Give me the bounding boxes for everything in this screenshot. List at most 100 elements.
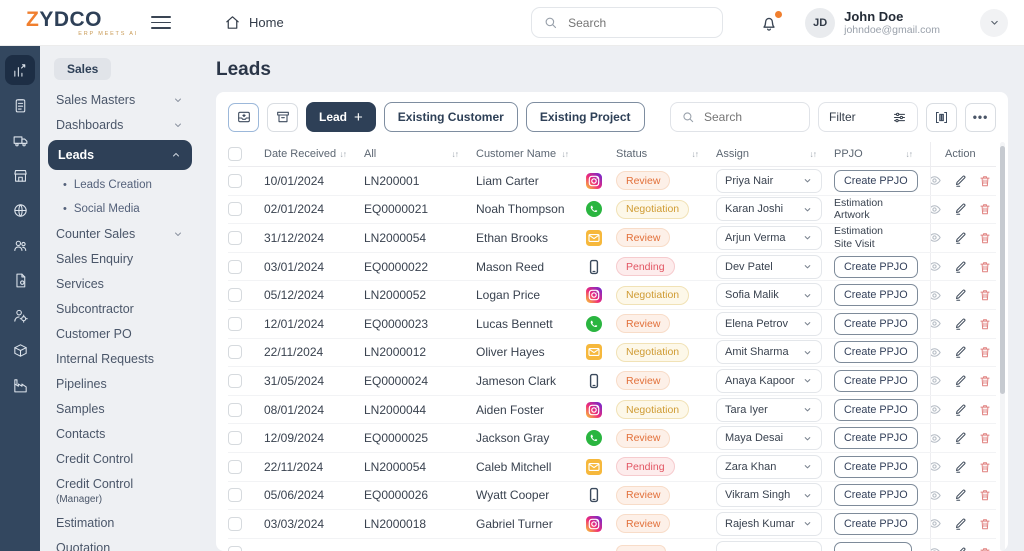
archive-view-button[interactable] <box>267 103 298 132</box>
assign-dropdown[interactable]: Anaya Kapoor <box>716 369 822 393</box>
row-checkbox[interactable] <box>228 431 242 445</box>
clipboard-icon[interactable] <box>5 90 35 120</box>
edit-pencil-icon[interactable] <box>953 260 967 274</box>
assign-dropdown[interactable]: Maya Desai <box>716 426 822 450</box>
view-eye-icon[interactable] <box>930 516 942 531</box>
create-ppjo-button[interactable]: Create PPJO <box>834 341 918 363</box>
delete-trash-icon[interactable] <box>978 374 992 388</box>
create-ppjo-button[interactable]: Create PPJO <box>834 370 918 392</box>
view-eye-icon[interactable] <box>930 488 942 503</box>
sidebar-item-leads[interactable]: Leads <box>48 140 192 170</box>
edit-pencil-icon[interactable] <box>953 431 967 445</box>
user-menu-chevron-icon[interactable] <box>980 9 1008 37</box>
column-ppjo[interactable]: PPJO <box>834 148 863 160</box>
more-options-button[interactable]: ••• <box>965 103 996 132</box>
table-search[interactable] <box>670 102 810 132</box>
edit-pencil-icon[interactable] <box>953 317 967 331</box>
sidebar-item-estimation[interactable]: Estimation <box>48 510 192 535</box>
person-gear-icon[interactable] <box>5 300 35 330</box>
assign-dropdown[interactable]: Sofia Malik <box>716 283 822 307</box>
sort-icon[interactable]: ↓↑ <box>562 149 569 159</box>
sidebar-item-dashboards[interactable]: Dashboards <box>48 112 192 137</box>
sort-icon[interactable]: ↓↑ <box>692 149 699 159</box>
row-checkbox[interactable] <box>228 231 242 245</box>
row-checkbox[interactable] <box>228 260 242 274</box>
assign-dropdown[interactable]: Elena Petrov <box>716 312 822 336</box>
store-icon[interactable] <box>5 160 35 190</box>
existing-customer-button[interactable]: Existing Customer <box>384 102 518 132</box>
sidebar-item-sales-masters[interactable]: Sales Masters <box>48 87 192 112</box>
column-date-received[interactable]: Date Received <box>264 148 336 160</box>
sort-icon[interactable]: ↓↑ <box>340 149 347 159</box>
row-checkbox[interactable] <box>228 202 242 216</box>
team-icon[interactable] <box>5 230 35 260</box>
sort-icon[interactable]: ↓↑ <box>810 149 817 159</box>
create-ppjo-button[interactable]: Create PPJO <box>834 513 918 535</box>
view-eye-icon[interactable] <box>930 230 942 245</box>
user-menu[interactable]: JD John Doe johndoe@gmail.com <box>805 8 940 38</box>
delete-trash-icon[interactable] <box>978 345 992 359</box>
filter-button[interactable]: Filter <box>818 102 918 132</box>
column-assign[interactable]: Assign <box>716 148 749 160</box>
column-all[interactable]: All <box>364 148 376 160</box>
row-checkbox[interactable] <box>228 174 242 188</box>
edit-pencil-icon[interactable] <box>953 231 967 245</box>
breadcrumb[interactable]: Home <box>224 14 284 31</box>
delete-trash-icon[interactable] <box>978 288 992 302</box>
edit-pencil-icon[interactable] <box>953 174 967 188</box>
global-search[interactable] <box>531 7 723 38</box>
sort-icon[interactable]: ↓↑ <box>452 149 459 159</box>
sidebar-item-counter-sales[interactable]: Counter Sales <box>48 221 192 246</box>
existing-project-button[interactable]: Existing Project <box>526 102 645 132</box>
assign-dropdown[interactable]: Arjun Verma <box>716 226 822 250</box>
global-search-input[interactable] <box>566 15 711 31</box>
create-ppjo-button[interactable]: Create PPJO <box>834 427 918 449</box>
delete-trash-icon[interactable] <box>978 202 992 216</box>
assign-dropdown[interactable]: Dev Patel <box>716 255 822 279</box>
table-scrollbar-thumb[interactable] <box>1000 146 1005 394</box>
sidebar-item-credit-control[interactable]: Credit Control (Manager) <box>48 471 192 510</box>
create-ppjo-button[interactable]: Create PPJO <box>834 313 918 335</box>
delete-trash-icon[interactable] <box>978 460 992 474</box>
create-ppjo-button[interactable]: Create PPJO <box>834 170 918 192</box>
create-ppjo-button[interactable]: Create PPJO <box>834 484 918 506</box>
assign-dropdown[interactable]: Rajesh Kumar <box>716 512 822 536</box>
add-lead-button[interactable]: Lead+ <box>306 102 376 132</box>
notifications-bell-icon[interactable] <box>759 11 783 35</box>
sidebar-subitem-social-media[interactable]: •Social Media <box>48 197 192 221</box>
sidebar-item-samples[interactable]: Samples <box>48 396 192 421</box>
row-checkbox[interactable] <box>228 345 242 359</box>
row-checkbox[interactable] <box>228 488 242 502</box>
column-customer-name[interactable]: Customer Name <box>476 148 556 160</box>
box-gear-icon[interactable] <box>5 335 35 365</box>
assign-dropdown[interactable]: Amit Sharma <box>716 340 822 364</box>
sidebar-item-quotation[interactable]: Quotation <box>48 535 192 551</box>
factory-icon[interactable] <box>5 370 35 400</box>
row-checkbox[interactable] <box>228 288 242 302</box>
assign-dropdown[interactable] <box>716 541 822 551</box>
view-eye-icon[interactable] <box>930 402 942 417</box>
assign-dropdown[interactable]: Vikram Singh <box>716 483 822 507</box>
sidebar-item-subcontractor[interactable]: Subcontractor <box>48 296 192 321</box>
view-eye-icon[interactable] <box>930 173 942 188</box>
view-eye-icon[interactable] <box>930 431 942 446</box>
create-ppjo-button[interactable]: Create PPJO <box>834 284 918 306</box>
sidebar-item-customer-po[interactable]: Customer PO <box>48 321 192 346</box>
delete-trash-icon[interactable] <box>978 403 992 417</box>
sidebar-subitem-leads-creation[interactable]: •Leads Creation <box>48 173 192 197</box>
row-checkbox[interactable] <box>228 403 242 417</box>
view-eye-icon[interactable] <box>930 202 942 217</box>
edit-pencil-icon[interactable] <box>953 374 967 388</box>
chart-icon[interactable] <box>5 55 35 85</box>
edit-pencil-icon[interactable] <box>953 403 967 417</box>
document-gear-icon[interactable] <box>5 265 35 295</box>
delete-trash-icon[interactable] <box>978 488 992 502</box>
sidebar-item-credit-control[interactable]: Credit Control <box>48 446 192 471</box>
edit-pencil-icon[interactable] <box>953 288 967 302</box>
sidebar-item-contacts[interactable]: Contacts <box>48 421 192 446</box>
edit-pencil-icon[interactable] <box>953 517 967 531</box>
assign-dropdown[interactable]: Karan Joshi <box>716 197 822 221</box>
delete-trash-icon[interactable] <box>978 546 992 551</box>
create-ppjo-button[interactable]: Create PPJO <box>834 399 918 421</box>
row-checkbox[interactable] <box>228 517 242 531</box>
